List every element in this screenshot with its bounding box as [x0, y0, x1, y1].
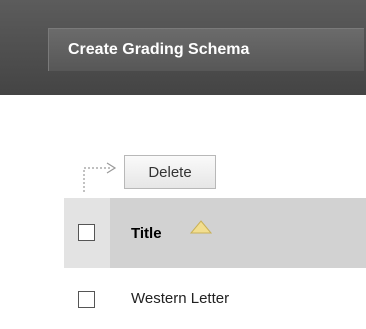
- action-bar: Create Grading Schema: [0, 0, 366, 95]
- create-grading-schema-label: Create Grading Schema: [68, 41, 250, 58]
- column-header-title-label: Title: [131, 224, 162, 242]
- table-row: Western Letter: [64, 268, 366, 329]
- sort-ascending-icon[interactable]: [190, 220, 212, 234]
- bulk-action-arrow-icon: [83, 162, 117, 192]
- table-header: Title: [64, 198, 366, 268]
- select-all-cell: [64, 198, 110, 268]
- row-checkbox[interactable]: [78, 291, 95, 308]
- column-header-title[interactable]: Title: [131, 198, 162, 268]
- row-title-link[interactable]: Western Letter: [131, 268, 229, 329]
- select-all-checkbox[interactable]: [78, 224, 95, 241]
- delete-button[interactable]: Delete: [124, 155, 216, 189]
- create-grading-schema-button[interactable]: Create Grading Schema: [48, 28, 364, 71]
